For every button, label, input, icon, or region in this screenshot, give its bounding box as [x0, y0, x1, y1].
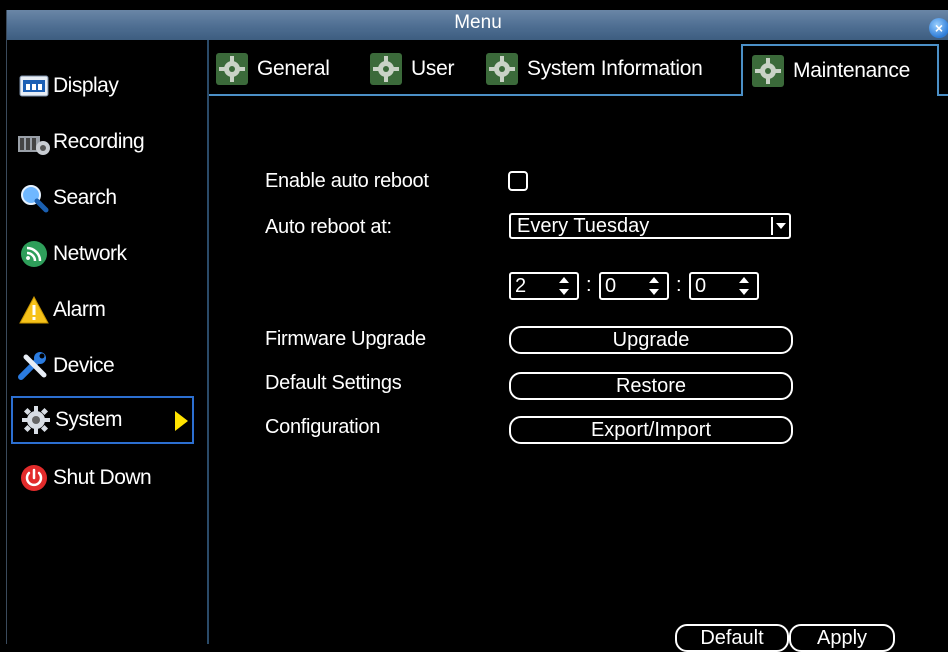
sidebar-item-device[interactable]: Device: [11, 342, 194, 390]
reboot-schedule-value: Every Tuesday: [517, 215, 650, 237]
sidebar-item-recording[interactable]: Recording: [11, 118, 194, 166]
device-icon: [17, 349, 51, 383]
display-icon: [17, 69, 51, 103]
chevron-down-icon[interactable]: [771, 217, 787, 235]
reboot-schedule-select[interactable]: Every Tuesday: [509, 213, 791, 239]
sidebar-item-label: Recording: [53, 130, 145, 153]
sidebar-item-label: Search: [53, 186, 117, 209]
menu-window: Menu × Display Recording Search Network …: [6, 10, 948, 652]
gear-icon: [370, 53, 402, 85]
sidebar-item-display[interactable]: Display: [11, 62, 194, 110]
export-import-button[interactable]: Export/Import: [509, 416, 793, 444]
spin-down-icon[interactable]: [739, 289, 749, 295]
firmware-upgrade-label: Firmware Upgrade: [265, 328, 426, 350]
sidebar-item-label: System: [55, 408, 123, 431]
alarm-icon: [17, 293, 51, 327]
enable-auto-reboot-checkbox[interactable]: [508, 171, 528, 191]
tab-maintenance[interactable]: Maintenance: [741, 44, 939, 96]
tab-label: General: [257, 57, 330, 80]
system-gear-icon: [19, 403, 53, 437]
power-icon: [17, 461, 51, 495]
close-icon: ×: [934, 20, 944, 36]
search-icon: [17, 181, 51, 215]
configuration-label: Configuration: [265, 416, 381, 438]
tab-user[interactable]: User: [369, 46, 454, 92]
network-icon: [17, 237, 51, 271]
enable-auto-reboot-label: Enable auto reboot: [265, 170, 429, 192]
sidebar-item-system[interactable]: System: [11, 396, 194, 444]
auto-reboot-at-label: Auto reboot at:: [265, 216, 392, 238]
time-separator: :: [586, 274, 592, 296]
sidebar-item-shut-down[interactable]: Shut Down: [11, 454, 194, 502]
default-settings-label: Default Settings: [265, 372, 402, 394]
sidebar-item-alarm[interactable]: Alarm: [11, 286, 194, 334]
spin-down-icon[interactable]: [649, 289, 659, 295]
tab-general[interactable]: General: [215, 46, 330, 92]
spin-up-icon[interactable]: [649, 277, 659, 283]
recording-icon: [17, 125, 51, 159]
tab-label: User: [411, 57, 455, 80]
reboot-minute-spinner[interactable]: 0: [599, 272, 669, 300]
tab-system-information[interactable]: System Information: [485, 46, 703, 92]
restore-button[interactable]: Restore: [509, 372, 793, 400]
title-bar: Menu ×: [7, 10, 948, 40]
sidebar-item-network[interactable]: Network: [11, 230, 194, 278]
tab-label: System Information: [527, 57, 703, 80]
sidebar: Display Recording Search Network Alarm D…: [7, 40, 207, 644]
sidebar-item-label: Network: [53, 242, 127, 265]
spin-down-icon[interactable]: [559, 289, 569, 295]
spin-up-icon[interactable]: [739, 277, 749, 283]
gear-icon: [216, 53, 248, 85]
sidebar-item-search[interactable]: Search: [11, 174, 194, 222]
apply-button[interactable]: Apply: [789, 624, 895, 652]
time-separator: :: [676, 274, 682, 296]
maintenance-panel: Enable auto reboot Auto reboot at: Every…: [209, 96, 948, 652]
reboot-hour-spinner[interactable]: 2: [509, 272, 579, 300]
tab-label: Maintenance: [793, 59, 910, 82]
tab-bar: General User System Information Maintena…: [209, 42, 948, 96]
default-button[interactable]: Default: [675, 624, 789, 652]
gear-icon: [752, 55, 784, 87]
hour-value: 2: [515, 275, 527, 297]
window-title: Menu: [454, 12, 502, 33]
selected-arrow-icon: [175, 411, 188, 431]
upgrade-button[interactable]: Upgrade: [509, 326, 793, 354]
sidebar-item-label: Display: [53, 74, 119, 97]
reboot-second-spinner[interactable]: 0: [689, 272, 759, 300]
minute-value: 0: [605, 275, 617, 297]
second-value: 0: [695, 275, 707, 297]
sidebar-item-label: Device: [53, 354, 115, 377]
spin-up-icon[interactable]: [559, 277, 569, 283]
gear-icon: [486, 53, 518, 85]
sidebar-item-label: Alarm: [53, 298, 106, 321]
close-button[interactable]: ×: [929, 18, 948, 38]
sidebar-item-label: Shut Down: [53, 466, 152, 489]
